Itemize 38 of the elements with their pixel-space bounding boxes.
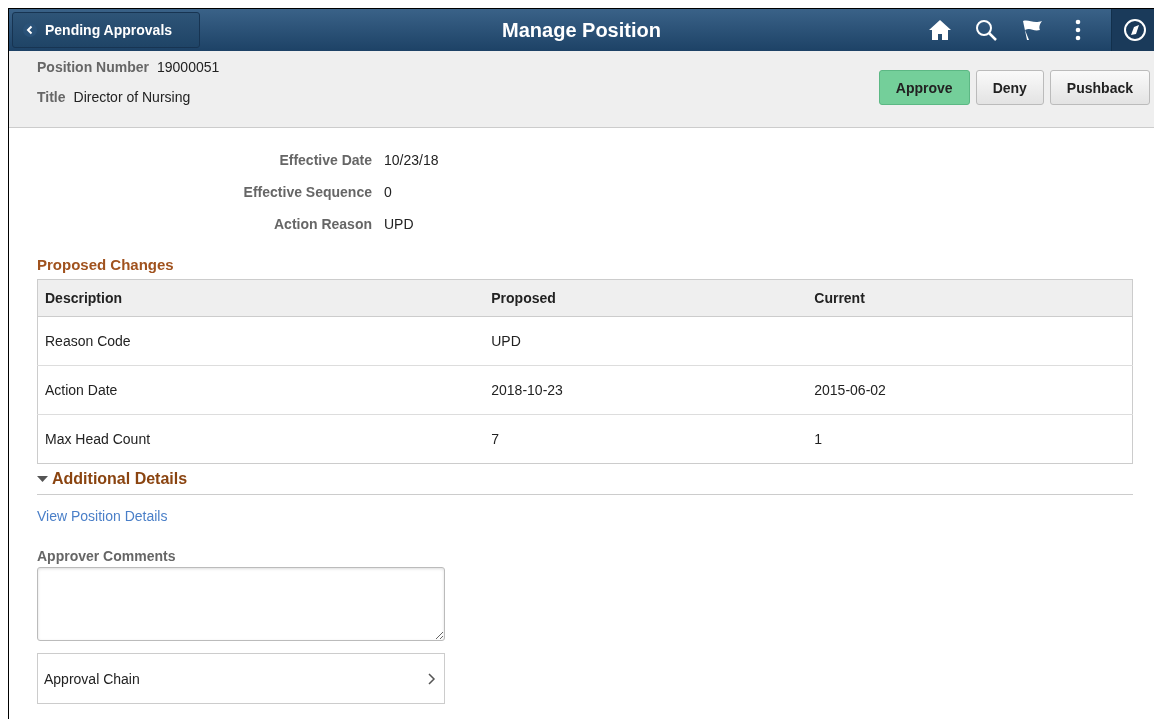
- table-cell: 2018-10-23: [484, 365, 808, 415]
- field-label: Position Number: [37, 59, 149, 75]
- comments-field[interactable]: [37, 567, 445, 641]
- table-cell: 7: [484, 414, 808, 464]
- back-icon: [23, 23, 37, 37]
- back-button[interactable]: Pending Approvals: [12, 12, 200, 48]
- column-header: Proposed: [484, 279, 808, 317]
- view-details-link[interactable]: View Position Details: [37, 508, 168, 524]
- table-cell: 2015-06-02: [807, 365, 1133, 415]
- action-button[interactable]: Deny: [975, 70, 1044, 105]
- field-label: Effective Sequence: [242, 184, 372, 200]
- field-value: UPD: [384, 216, 415, 232]
- table-cell: Reason Code: [37, 316, 485, 366]
- column-header: Current: [807, 279, 1133, 317]
- compass-icon[interactable]: [1122, 17, 1148, 43]
- table-cell: Action Date: [37, 365, 485, 415]
- page-title: Manage Position: [502, 18, 661, 41]
- field-label: Title: [37, 89, 66, 105]
- section-toggle[interactable]: Additional Details: [37, 470, 188, 488]
- field-label: Effective Date: [278, 152, 372, 168]
- approval-chain-item[interactable]: Approval Chain: [37, 653, 445, 704]
- approve-button[interactable]: Approve: [878, 70, 970, 105]
- caret-icon: [37, 475, 48, 483]
- field-value: Director of Nursing: [73, 89, 191, 105]
- home-icon[interactable]: [927, 17, 953, 43]
- action-button[interactable]: Pushback: [1049, 70, 1150, 105]
- field-value: 19000051: [157, 59, 220, 75]
- search-icon[interactable]: [973, 17, 999, 43]
- table-cell: Max Head Count: [37, 414, 485, 464]
- table-cell: 1: [807, 414, 1133, 464]
- field-value: 0: [384, 184, 393, 200]
- comments-label: Approver Comments: [37, 548, 177, 564]
- section-title: Proposed Changes: [37, 256, 174, 273]
- chevron-icon: [428, 672, 436, 685]
- column-header: Description: [37, 279, 485, 317]
- table-cell: UPD: [484, 316, 808, 366]
- field-label: Action Reason: [273, 216, 372, 232]
- field-value: 10/23/18: [384, 152, 440, 168]
